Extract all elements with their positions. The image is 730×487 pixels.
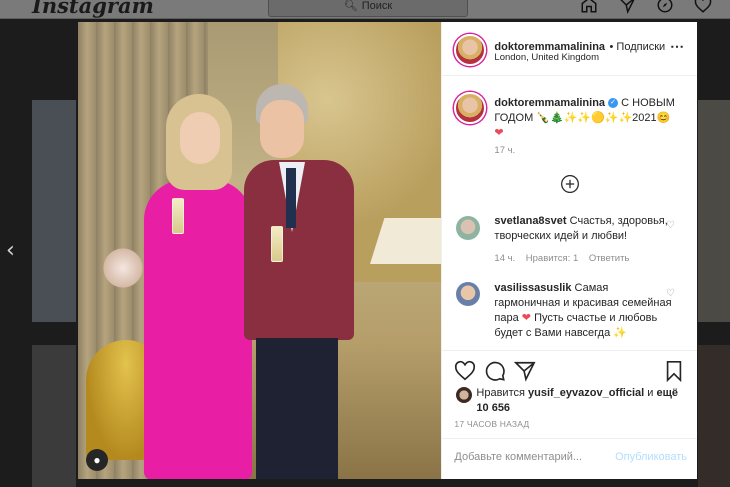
explore-icon[interactable] xyxy=(656,0,674,14)
comment-meta: 14 ч. Нравится: 1 Ответить xyxy=(494,253,629,264)
search-input[interactable]: 🔍︎ Поиск xyxy=(268,0,468,17)
red-heart-emoji: ❤ xyxy=(521,312,531,324)
more-icon[interactable]: ⋯ xyxy=(670,38,685,55)
comment-author[interactable]: svetlana8svet xyxy=(494,215,566,227)
post-location[interactable]: London, United Kingdom xyxy=(494,52,599,63)
sparkles-emoji: ✨ xyxy=(613,327,627,339)
post-modal: ● doktoremmamalinina • Подписки London, … xyxy=(78,22,698,479)
feed-tile[interactable] xyxy=(32,100,76,322)
publish-button[interactable]: Опубликовать xyxy=(615,451,687,463)
avatar[interactable] xyxy=(456,282,481,306)
caption-time: 17 ч. xyxy=(494,145,516,156)
avatar[interactable] xyxy=(456,387,473,403)
next-arrow xyxy=(704,238,724,258)
instagram-logo[interactable]: Instagram xyxy=(32,0,154,18)
plus-circle-icon[interactable] xyxy=(560,174,580,199)
heart-icon[interactable] xyxy=(454,360,476,382)
red-heart-emoji: ❤ xyxy=(494,127,504,139)
woman-face xyxy=(180,112,220,164)
post-photo[interactable]: ● xyxy=(78,22,442,479)
caption-year: 2021 xyxy=(632,112,657,124)
comment-time: 14 ч. xyxy=(494,253,516,264)
follow-button[interactable]: Подписки xyxy=(616,41,665,53)
likes-connector: и xyxy=(647,387,654,399)
post-side-panel: doktoremmamalinina • Подписки London, Un… xyxy=(441,22,698,479)
likes-summary: Нравится yusif_eyvazov_official и ещё 10… xyxy=(476,386,686,416)
verified-icon: ✓ xyxy=(608,98,619,109)
man-trousers xyxy=(256,338,338,479)
share-icon[interactable] xyxy=(514,360,536,382)
comment-likes[interactable]: Нравится: 1 xyxy=(526,253,578,264)
avatar[interactable] xyxy=(454,92,487,124)
post-header: doktoremmamalinina • Подписки London, Un… xyxy=(442,22,697,76)
man-tie xyxy=(286,168,296,228)
comment: vasilissasuslik Самая гармоничная и крас… xyxy=(494,281,674,341)
comment-input-placeholder: Добавьте комментарий... xyxy=(454,451,583,463)
likes-prefix: Нравится xyxy=(476,387,525,399)
top-navigation-bar: Instagram 🔍︎ Поиск xyxy=(0,0,730,19)
user-tag-icon[interactable]: ● xyxy=(86,449,108,471)
flower-vase xyxy=(98,248,148,288)
champagne-emoji: 🍾🎄✨✨🟡✨✨ xyxy=(536,112,633,124)
home-icon[interactable] xyxy=(580,0,598,14)
liked-by-user[interactable]: yusif_eyvazov_official xyxy=(528,387,644,399)
comment-input[interactable]: Добавьте комментарий... xyxy=(454,451,582,463)
smile-emoji: 😊 xyxy=(656,112,671,124)
search-icon: 🔍︎ xyxy=(343,0,358,12)
divider xyxy=(442,438,698,439)
champagne-glass xyxy=(271,226,283,262)
direct-icon[interactable] xyxy=(618,0,636,14)
activity-icon[interactable] xyxy=(694,0,712,14)
caption-author[interactable]: doktoremmamalinina xyxy=(494,97,605,109)
reply-button[interactable]: Ответить xyxy=(589,253,630,264)
man-face xyxy=(260,100,304,158)
search-placeholder: Поиск xyxy=(361,0,393,12)
avatar[interactable] xyxy=(454,34,487,66)
divider xyxy=(442,350,698,351)
heart-icon[interactable]: ♡ xyxy=(666,288,675,299)
top-nav-icons xyxy=(580,0,712,14)
comment-text-continued: Пусть счастье и любовь будет с Вами навс… xyxy=(494,312,658,339)
feed-tile[interactable] xyxy=(698,100,730,322)
post-timestamp: 17 ЧАСОВ НАЗАД xyxy=(454,419,530,429)
comment-icon[interactable] xyxy=(484,360,506,382)
chevron-left-icon[interactable]: ‹ xyxy=(6,238,15,263)
post-caption: doktoremmamalinina ✓ С НОВЫМ ГОДОМ 🍾🎄✨✨🟡… xyxy=(494,96,680,141)
comment: svetlana8svet Счастья, здоровья, творчес… xyxy=(494,214,672,244)
champagne-glass xyxy=(172,198,184,234)
comment-author[interactable]: vasilissasuslik xyxy=(494,282,571,294)
feed-tile[interactable] xyxy=(698,345,730,487)
woman-figure xyxy=(144,180,252,479)
bookmark-icon[interactable] xyxy=(664,360,686,383)
avatar[interactable] xyxy=(456,216,481,240)
feed-tile[interactable] xyxy=(32,345,76,487)
heart-icon[interactable]: ♡ xyxy=(666,220,675,231)
